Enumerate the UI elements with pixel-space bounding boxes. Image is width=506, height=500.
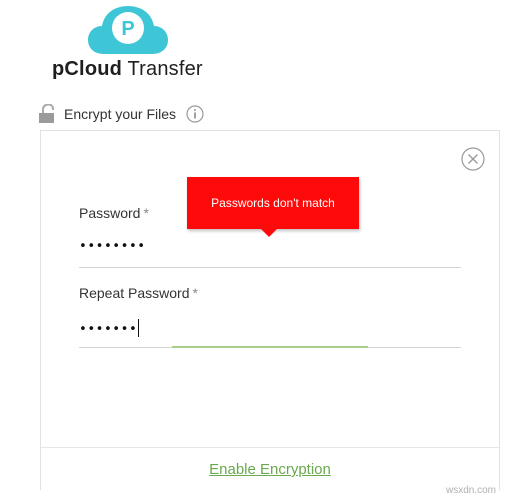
cloud-logo-icon: P [88,6,168,54]
password-input[interactable]: •••••••• [79,239,146,254]
password-label: Password * [79,205,149,221]
logo-letter: P [121,18,134,40]
encrypt-files-row[interactable]: Encrypt your Files [38,104,204,124]
brand-rest: Transfer [122,58,203,80]
close-icon[interactable] [461,147,485,171]
info-circle-icon[interactable] [186,105,204,123]
footer-divider [41,447,499,448]
padlock-open-icon [39,104,54,123]
repeat-password-label: Repeat Password * [79,285,198,301]
pcloud-logo: P [86,4,170,56]
enable-encryption-button[interactable]: Enable Encryption [41,461,499,478]
error-tooltip-text: Passwords don't match [211,196,335,210]
watermark: wsxdn.com [445,485,496,496]
encryption-panel: Password * •••••••• Passwords don't match… [40,130,500,490]
encrypt-files-label: Encrypt your Files [64,106,177,122]
brand-title: pCloud Transfer [52,58,203,81]
required-mark: * [143,205,149,221]
repeat-password-input[interactable]: ••••••• [79,319,140,337]
text-caret [138,319,140,337]
error-tooltip: Passwords don't match [187,177,359,237]
required-mark: * [192,285,198,301]
repeat-password-focus-bar [172,346,368,348]
brand-bold: pCloud [52,58,123,80]
password-underline [79,267,461,268]
